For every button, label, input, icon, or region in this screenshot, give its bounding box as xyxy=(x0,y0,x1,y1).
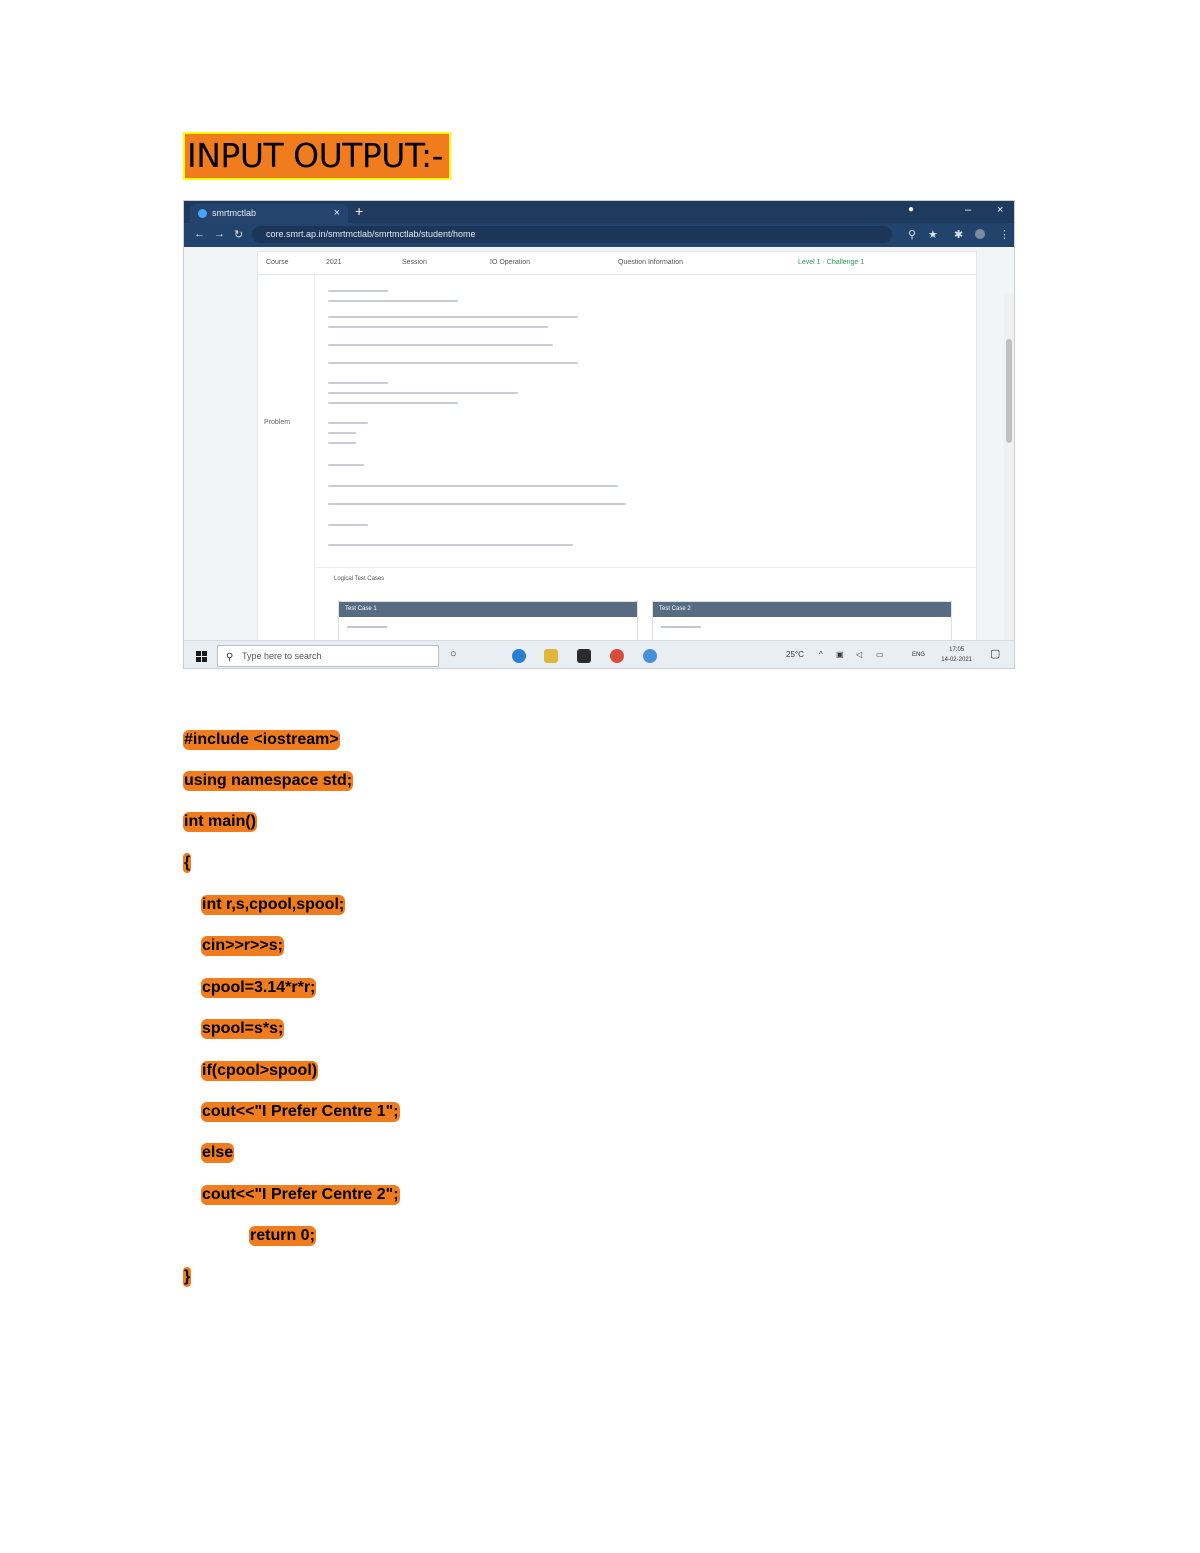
scrollbar-thumb[interactable] xyxy=(1006,339,1012,443)
tray-chevron-icon[interactable]: ^ xyxy=(819,650,823,659)
header-cell: Course xyxy=(266,259,289,266)
extensions-icon[interactable]: ✱ xyxy=(954,228,963,241)
browser-tab-bar: smrtmctlab × + ● – × xyxy=(184,201,1014,223)
reload-icon[interactable]: ↻ xyxy=(234,228,243,241)
store-icon[interactable] xyxy=(577,649,591,663)
taskbar-clock[interactable]: 17:05 14-02-2021 xyxy=(941,645,972,665)
code-line: spool=s*s; xyxy=(201,1019,285,1039)
browser-tab[interactable]: smrtmctlab × xyxy=(190,204,348,223)
header-cell: IO Operation xyxy=(490,259,531,266)
temperature: 25°C xyxy=(786,650,804,659)
menu-dots-icon[interactable]: ⋮ xyxy=(999,228,1010,241)
level-badge: Level 1 · Challenge 1 xyxy=(798,259,865,266)
url-text: core.smrt.ap.in/smrtmctlab/smrtmctlab/st… xyxy=(266,229,476,239)
bookmark-star-icon[interactable]: ★ xyxy=(928,228,938,241)
search-placeholder: Type here to search xyxy=(242,651,322,661)
cortana-icon[interactable]: ○ xyxy=(450,648,457,660)
chrome-profile-icon[interactable] xyxy=(643,649,657,663)
code-line: } xyxy=(183,1267,192,1287)
taskbar-search-input[interactable]: ⚲ Type here to search xyxy=(217,645,439,667)
test-case-title: Test Case 1 xyxy=(339,602,637,617)
new-tab-button[interactable]: + xyxy=(355,203,363,219)
heading-text: INPUT OUTPUT:- xyxy=(185,134,450,178)
volume-icon[interactable]: ◁ xyxy=(856,650,862,659)
header-cell: Question Information xyxy=(618,259,683,266)
problem-label: Problem xyxy=(264,419,291,426)
code-line: { xyxy=(183,853,192,873)
network-icon[interactable]: ▣ xyxy=(836,650,844,659)
code-line: if(cpool>spool) xyxy=(201,1061,319,1081)
notifications-icon[interactable]: ▢ xyxy=(990,647,1000,660)
course-header-row: Course 2021 Session IO Operation Questio… xyxy=(258,252,976,275)
chrome-icon[interactable] xyxy=(610,649,624,663)
problem-side-column: Problem xyxy=(258,275,315,641)
problem-panel: Course 2021 Session IO Operation Questio… xyxy=(257,251,977,647)
forward-arrow-icon[interactable]: → xyxy=(214,228,225,240)
divider xyxy=(314,567,976,568)
test-case-title: Test Case 2 xyxy=(653,602,951,617)
site-favicon-icon xyxy=(198,209,207,218)
clock-date: 14-02-2021 xyxy=(941,657,972,663)
code-line: cpool=3.14*r*r; xyxy=(201,978,317,998)
edge-icon[interactable] xyxy=(512,649,526,663)
minimize-icon[interactable]: – xyxy=(965,204,971,216)
windows-taskbar: ⚲ Type here to search ○ 25°C ^ ▣ ◁ ▭ ENG… xyxy=(184,640,1014,668)
code-line: int main() xyxy=(183,812,257,832)
account-icon[interactable]: ⚲ xyxy=(908,228,916,241)
clock-time: 17:05 xyxy=(949,647,965,653)
back-arrow-icon[interactable]: ← xyxy=(194,228,205,240)
file-explorer-icon[interactable] xyxy=(544,649,558,663)
battery-icon[interactable]: ▭ xyxy=(876,650,884,659)
code-line: cin>>r>>s; xyxy=(201,936,284,956)
url-input[interactable]: core.smrt.ap.in/smrtmctlab/smrtmctlab/st… xyxy=(252,226,892,243)
address-bar: ← → ↻ core.smrt.ap.in/smrtmctlab/smrtmct… xyxy=(184,223,1014,247)
code-line: else xyxy=(201,1143,235,1163)
header-cell: 2021 xyxy=(326,259,342,266)
header-cell: Session xyxy=(402,259,427,266)
page-scrollbar[interactable] xyxy=(1004,293,1014,668)
tab-title: smrtmctlab xyxy=(212,208,257,218)
code-line: cout<<"I Prefer Centre 2"; xyxy=(201,1185,400,1205)
profile-icon[interactable]: ● xyxy=(908,204,914,215)
web-page: Course 2021 Session IO Operation Questio… xyxy=(184,247,1014,668)
code-line: int r,s,cpool,spool; xyxy=(201,895,346,915)
language-indicator[interactable]: ENG xyxy=(912,652,925,658)
user-avatar-icon[interactable] xyxy=(975,229,985,239)
code-line: #include <iostream> xyxy=(183,730,340,750)
search-icon: ⚲ xyxy=(226,652,234,663)
code-line: using namespace std; xyxy=(183,771,354,791)
screenshot-image: smrtmctlab × + ● – × ← → ↻ core.smrt.ap.… xyxy=(183,200,1015,669)
windows-start-icon[interactable] xyxy=(196,651,208,663)
close-window-icon[interactable]: × xyxy=(997,204,1003,216)
code-line: cout<<"I Prefer Centre 1"; xyxy=(201,1102,400,1122)
code-line: return 0; xyxy=(249,1226,316,1246)
page-heading: INPUT OUTPUT:- xyxy=(183,132,452,180)
logical-test-cases-toggle[interactable]: Logical Test Cases xyxy=(334,576,384,582)
close-tab-icon[interactable]: × xyxy=(334,204,340,223)
